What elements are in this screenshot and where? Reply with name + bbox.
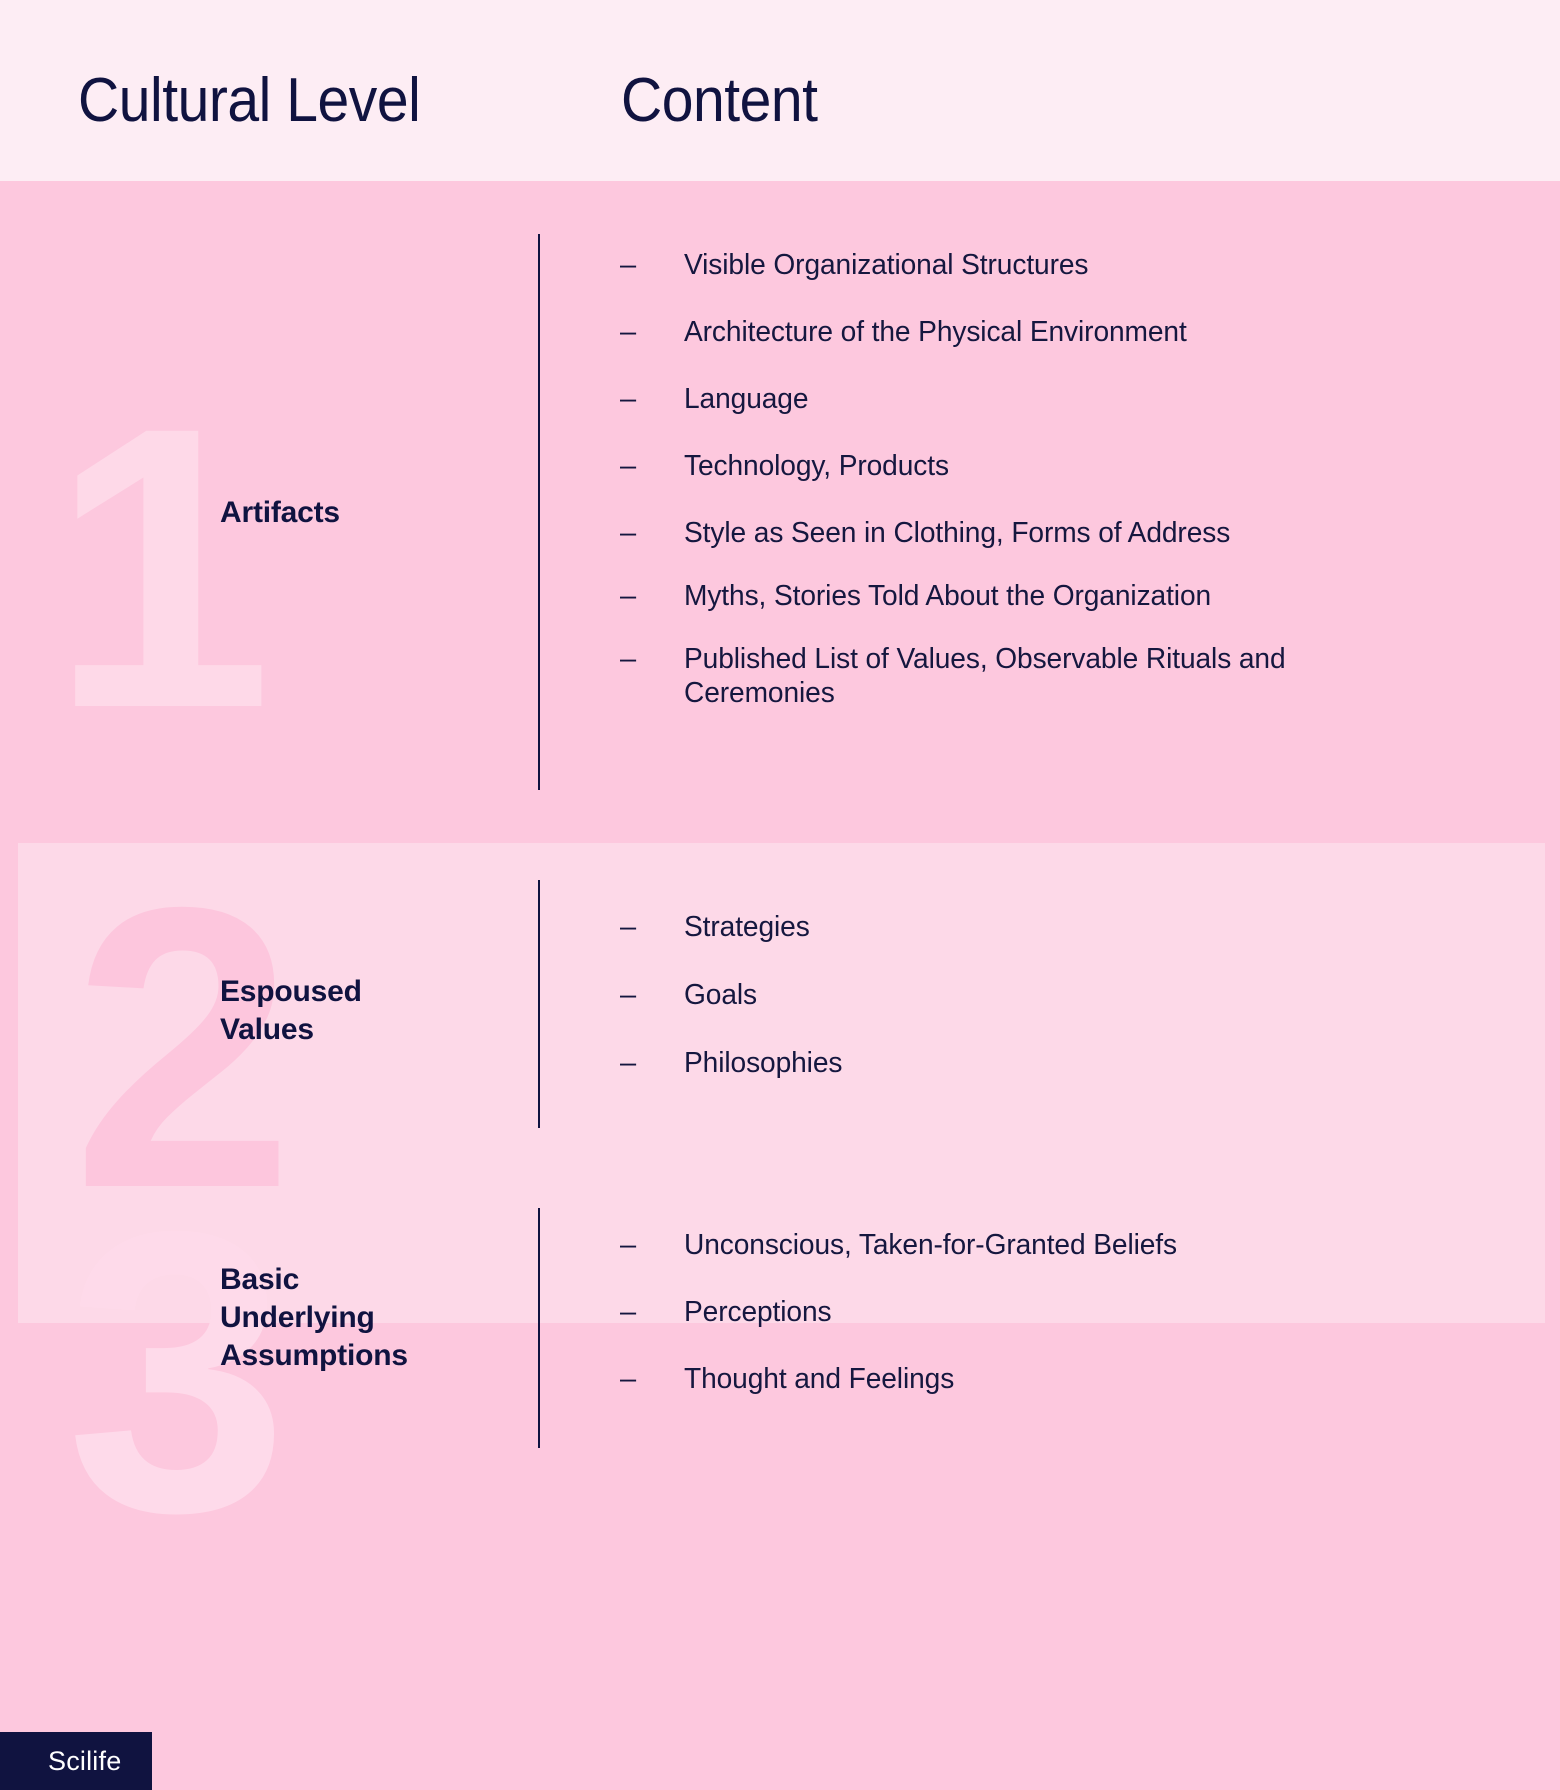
list-item: – Unconscious, Taken-for-Granted Beliefs	[620, 1228, 1320, 1262]
list-item-text: Myths, Stories Told About the Organizati…	[684, 580, 1212, 612]
cultural-levels-infographic: 1 2 3 Cultural Level Content Artifacts E…	[0, 0, 1560, 1790]
bullet-dash-icon: –	[620, 249, 637, 281]
scilife-logo: Scilife	[0, 1732, 152, 1790]
list-item: – Thought and Feelings	[620, 1362, 1320, 1396]
bullet-dash-icon: –	[620, 383, 637, 415]
content-list-espoused-values: – Strategies – Goals – Philosophies	[620, 910, 1320, 1114]
bullet-dash-icon: –	[620, 1229, 637, 1261]
list-item-text: Thought and Feelings	[684, 1363, 955, 1395]
list-item-text: Visible Organizational Structures	[684, 249, 1089, 281]
section-label-basic-assumptions: Basic Underlying Assumptions	[220, 1261, 408, 1375]
bullet-dash-icon: –	[620, 580, 637, 612]
list-item: – Language	[620, 382, 1320, 416]
bullet-dash-icon: –	[620, 1296, 637, 1328]
list-item-text: Published List of Values, Observable Rit…	[684, 643, 1286, 709]
content-list-artifacts: – Visible Organizational Structures – Ar…	[620, 248, 1320, 739]
column-header-cultural-level: Cultural Level	[78, 66, 421, 135]
vertical-divider-section-3	[538, 1208, 540, 1448]
content-list-basic-assumptions: – Unconscious, Taken-for-Granted Beliefs…	[620, 1228, 1320, 1429]
list-item: – Published List of Values, Observable R…	[620, 642, 1320, 710]
list-item: – Goals	[620, 978, 1320, 1012]
vertical-divider-section-1	[538, 234, 540, 790]
list-item: – Technology, Products	[620, 449, 1320, 483]
bullet-dash-icon: –	[620, 316, 637, 348]
bullet-dash-icon: –	[620, 1363, 637, 1395]
list-item: – Visible Organizational Structures	[620, 248, 1320, 282]
list-item: – Myths, Stories Told About the Organiza…	[620, 579, 1320, 613]
list-item: – Style as Seen in Clothing, Forms of Ad…	[620, 516, 1320, 550]
section-label-line-3: Assumptions	[220, 1339, 408, 1372]
section-label-line-1: Espoused	[220, 975, 362, 1008]
list-item-text: Architecture of the Physical Environment	[684, 316, 1187, 348]
list-item-text: Perceptions	[684, 1296, 832, 1328]
bullet-dash-icon: –	[620, 911, 637, 943]
list-item: – Perceptions	[620, 1295, 1320, 1329]
column-header-content: Content	[621, 66, 818, 135]
section-label-artifacts: Artifacts	[220, 496, 340, 529]
list-item-text: Philosophies	[684, 1047, 843, 1079]
list-item: – Philosophies	[620, 1046, 1320, 1080]
list-item-text: Language	[684, 383, 809, 415]
section-label-line-1: Basic	[220, 1263, 300, 1296]
bullet-dash-icon: –	[620, 1047, 637, 1079]
bullet-dash-icon: –	[620, 979, 637, 1011]
list-item-text: Style as Seen in Clothing, Forms of Addr…	[684, 517, 1231, 549]
bullet-dash-icon: –	[620, 517, 637, 549]
section-label-line-2: Values	[220, 1013, 314, 1046]
list-item-text: Goals	[684, 979, 758, 1011]
list-item-text: Unconscious, Taken-for-Granted Beliefs	[684, 1229, 1178, 1261]
scilife-logo-text: Scilife	[48, 1745, 122, 1776]
section-label-line-2: Underlying	[220, 1301, 375, 1334]
bullet-dash-icon: –	[620, 643, 637, 675]
table-header: Cultural Level Content	[0, 0, 1560, 181]
list-item: – Strategies	[620, 910, 1320, 944]
bullet-dash-icon: –	[620, 450, 637, 482]
list-item: – Architecture of the Physical Environme…	[620, 315, 1320, 349]
vertical-divider-section-2	[538, 880, 540, 1128]
list-item-text: Technology, Products	[684, 450, 949, 482]
section-label-espoused-values: Espoused Values	[220, 973, 362, 1049]
list-item-text: Strategies	[684, 911, 810, 943]
